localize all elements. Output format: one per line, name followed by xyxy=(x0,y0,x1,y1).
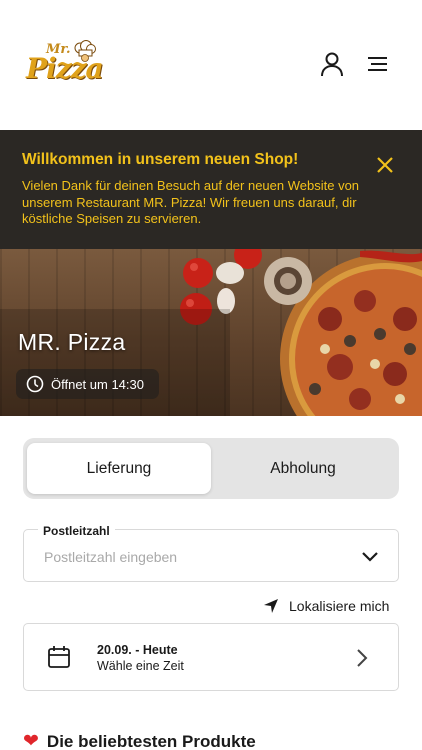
opening-status-text: Öffnet um 14:30 xyxy=(51,376,144,392)
menu-button[interactable] xyxy=(363,50,391,78)
close-icon[interactable] xyxy=(374,154,396,176)
time-picker[interactable]: 20.09. - Heute Wähle eine Zeit xyxy=(23,623,399,691)
app-header: Mr. Pizza xyxy=(0,0,422,130)
welcome-banner: Willkommen in unserem neuen Shop! Vielen… xyxy=(0,130,422,249)
heart-icon: ❤ xyxy=(23,731,39,750)
opening-status-badge: Öffnet um 14:30 xyxy=(16,369,159,399)
choose-time-prompt: Wähle eine Zeit xyxy=(97,659,184,673)
restaurant-name: MR. Pizza xyxy=(18,329,126,355)
tab-pickup[interactable]: Abholung xyxy=(211,443,395,494)
popular-products-heading: ❤ Die beliebtesten Produkte xyxy=(23,730,256,750)
location-arrow-icon xyxy=(264,599,278,613)
chevron-down-icon[interactable] xyxy=(361,548,379,566)
user-icon xyxy=(321,52,343,77)
clock-icon xyxy=(26,375,44,393)
mr-pizza-logo[interactable]: Mr. Pizza xyxy=(22,40,104,90)
calendar-icon xyxy=(48,646,70,668)
logo-pizza-text: Pizza xyxy=(26,52,104,85)
account-button[interactable] xyxy=(318,50,346,78)
locate-me-label: Lokalisiere mich xyxy=(289,598,390,614)
order-mode-toggle: Lieferung Abholung xyxy=(23,438,399,499)
banner-text: Vielen Dank für deinen Besuch auf der ne… xyxy=(22,178,360,226)
menu-icon xyxy=(368,57,387,71)
locate-me-button[interactable]: Lokalisiere mich xyxy=(263,598,389,614)
postcode-input[interactable] xyxy=(44,549,344,565)
postcode-label: Postleitzahl xyxy=(38,524,115,538)
popular-products-title: Die beliebtesten Produkte xyxy=(46,731,256,750)
selected-date: 20.09. - Heute xyxy=(97,643,178,657)
restaurant-hero: MR. Pizza Öffnet um 14:30 xyxy=(0,249,422,416)
banner-title: Willkommen in unserem neuen Shop! xyxy=(22,151,299,168)
tab-delivery[interactable]: Lieferung xyxy=(27,443,211,494)
chevron-right-icon xyxy=(357,649,368,667)
